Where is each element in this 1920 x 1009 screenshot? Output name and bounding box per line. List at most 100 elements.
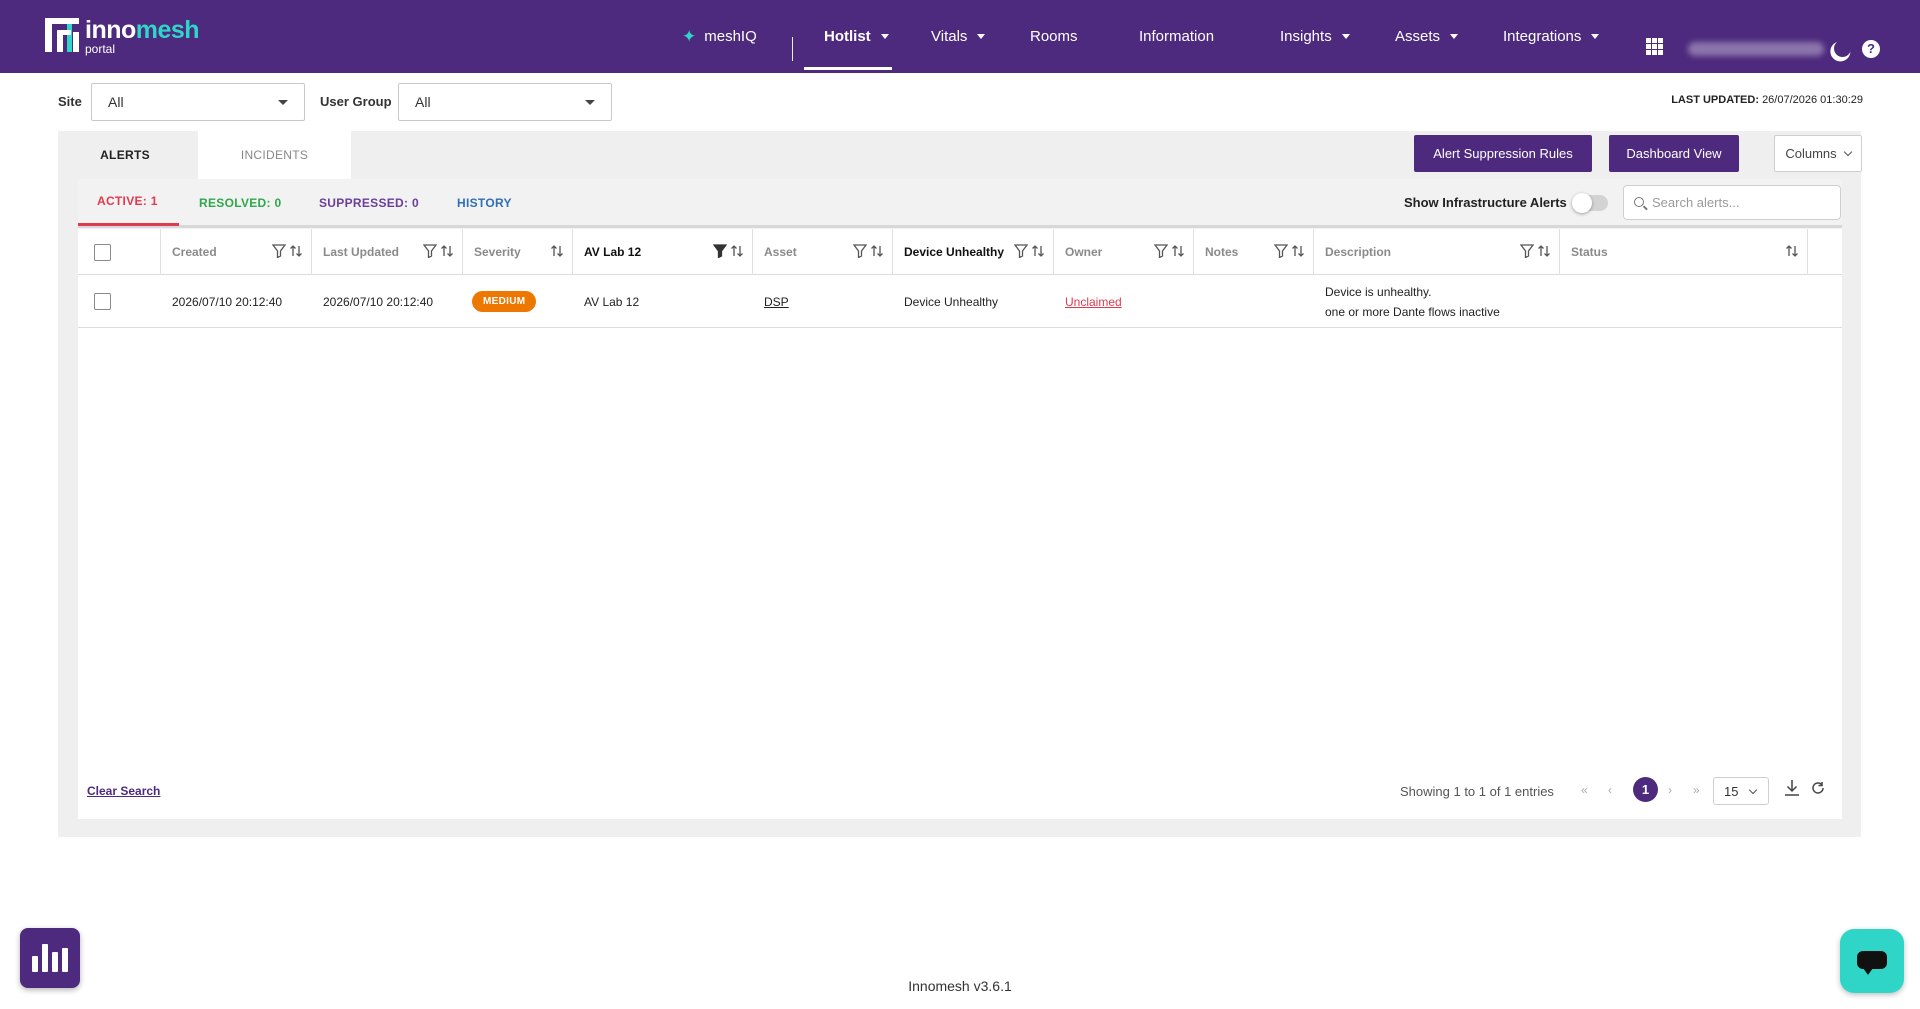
row-checkbox[interactable]	[94, 293, 111, 310]
dark-mode-moon-icon[interactable]	[1832, 38, 1854, 60]
last-updated-value: 26/07/2026 01:30:29	[1762, 94, 1863, 106]
header-created-label: Created	[172, 245, 217, 259]
table-row[interactable]: 2026/07/10 20:12:40 2026/07/10 20:12:40 …	[78, 275, 1842, 328]
nav-hotlist[interactable]: Hotlist	[804, 0, 892, 73]
header-notes[interactable]: Notes	[1194, 229, 1314, 275]
subtab-suppressed[interactable]: SUPPRESSED: 0	[319, 179, 419, 226]
tab-incidents[interactable]: INCIDENTS	[198, 131, 351, 179]
header-owner[interactable]: Owner	[1054, 229, 1194, 275]
first-page-icon[interactable]: «	[1581, 783, 1588, 797]
nav-hotlist-label: Hotlist	[824, 28, 871, 45]
site-select[interactable]: All	[91, 83, 305, 121]
sort-icon[interactable]	[289, 244, 303, 258]
filter-active-icon[interactable]	[713, 244, 727, 258]
header-created[interactable]: Created	[161, 229, 312, 275]
filter-icon[interactable]	[1014, 244, 1028, 258]
sort-icon[interactable]	[1031, 244, 1045, 258]
search-alerts[interactable]	[1623, 185, 1841, 220]
logo-mark-icon	[45, 18, 79, 52]
user-group-label: User Group	[320, 94, 392, 109]
current-page[interactable]: 1	[1633, 777, 1658, 802]
filter-icon[interactable]	[853, 244, 867, 258]
analytics-chart-icon[interactable]	[20, 928, 80, 988]
nav-integrations[interactable]: Integrations	[1503, 0, 1600, 73]
next-page-icon[interactable]: ›	[1668, 783, 1672, 797]
nav-insights-label: Insights	[1280, 28, 1332, 45]
nav-insights[interactable]: Insights	[1280, 0, 1350, 73]
filter-icon[interactable]	[1274, 244, 1288, 258]
nav-assets[interactable]: Assets	[1395, 0, 1459, 73]
sort-icon[interactable]	[1291, 244, 1305, 258]
refresh-icon[interactable]	[1811, 781, 1825, 800]
filter-icon[interactable]	[1520, 244, 1534, 258]
cell-severity: MEDIUM	[463, 275, 573, 328]
header-alert-type[interactable]: Device Unhealthy	[893, 229, 1054, 275]
subtab-resolved[interactable]: RESOLVED: 0	[199, 179, 281, 226]
apps-grid-icon[interactable]	[1646, 38, 1663, 55]
last-page-icon[interactable]: »	[1693, 783, 1700, 797]
nav-vitals[interactable]: Vitals	[931, 0, 986, 73]
sort-icon[interactable]	[870, 244, 884, 258]
chevron-down-icon	[1748, 785, 1758, 795]
last-updated-label: LAST UPDATED:	[1671, 94, 1759, 106]
caret-down-icon	[1591, 34, 1600, 39]
select-all-checkbox[interactable]	[94, 243, 111, 261]
app-version: Innomesh v3.6.1	[908, 978, 1012, 994]
nav-information[interactable]: Information	[1139, 0, 1214, 73]
nav-meshiq-label: meshIQ	[704, 28, 757, 45]
columns-button[interactable]: Columns	[1774, 135, 1862, 172]
row-select	[78, 275, 161, 328]
sort-icon[interactable]	[1537, 244, 1551, 258]
owner-link[interactable]: Unclaimed	[1065, 295, 1122, 309]
sort-icon[interactable]	[550, 244, 564, 258]
cell-owner: Unclaimed	[1054, 275, 1194, 328]
header-owner-label: Owner	[1065, 245, 1103, 259]
header-room[interactable]: AV Lab 12	[573, 229, 753, 275]
header-asset[interactable]: Asset	[753, 229, 893, 275]
header-select-all	[78, 229, 161, 275]
cell-created: 2026/07/10 20:12:40	[172, 294, 283, 309]
dashboard-view-button[interactable]: Dashboard View	[1609, 135, 1739, 172]
sort-icon[interactable]	[1171, 244, 1185, 258]
chat-support-button[interactable]	[1840, 929, 1904, 993]
prev-page-icon[interactable]: ‹	[1608, 783, 1612, 797]
sort-icon[interactable]	[440, 244, 454, 258]
top-navbar: innomesh portal ✦ meshIQ Hotlist Vitals …	[0, 0, 1920, 73]
header-description[interactable]: Description	[1314, 229, 1560, 275]
sort-icon[interactable]	[1785, 244, 1799, 258]
filter-icon[interactable]	[423, 244, 437, 258]
page-size-select[interactable]: 15	[1713, 777, 1769, 805]
nav-vitals-label: Vitals	[931, 28, 968, 45]
infrastructure-alerts-label: Show Infrastructure Alerts	[1404, 195, 1567, 210]
alert-suppression-rules-button[interactable]: Alert Suppression Rules	[1414, 135, 1592, 172]
tab-alerts[interactable]: ALERTS	[58, 131, 192, 179]
header-room-label: AV Lab 12	[584, 245, 642, 259]
infrastructure-alerts-toggle[interactable]	[1572, 193, 1608, 213]
description-line-1: Device is unhealthy.	[1325, 284, 1432, 299]
caret-down-icon	[880, 34, 889, 39]
nav-meshiq[interactable]: ✦ meshIQ	[682, 0, 757, 73]
download-icon[interactable]	[1784, 779, 1800, 802]
caret-down-icon	[977, 34, 986, 39]
dropdown-arrow-icon	[585, 100, 595, 105]
search-input[interactable]	[1652, 195, 1832, 210]
subtab-active[interactable]: ACTIVE: 1	[78, 179, 179, 226]
nav-rooms-label: Rooms	[1030, 28, 1078, 45]
filter-icon[interactable]	[1154, 244, 1168, 258]
cell-status	[1560, 275, 1808, 328]
nav-rooms[interactable]: Rooms	[1030, 0, 1078, 73]
innomesh-logo[interactable]: innomesh portal	[45, 18, 200, 55]
clear-search-link[interactable]: Clear Search	[87, 784, 160, 798]
header-status[interactable]: Status	[1560, 229, 1808, 275]
header-description-label: Description	[1325, 245, 1392, 259]
header-last-updated[interactable]: Last Updated	[312, 229, 463, 275]
sort-icon[interactable]	[730, 244, 744, 258]
subtab-history[interactable]: HISTORY	[457, 179, 512, 226]
user-menu[interactable]	[1688, 42, 1824, 56]
nav-information-label: Information	[1139, 28, 1215, 45]
user-group-select[interactable]: All	[398, 83, 612, 121]
help-icon[interactable]: ?	[1862, 40, 1880, 58]
filter-icon[interactable]	[272, 244, 286, 258]
asset-link[interactable]: DSP	[764, 295, 789, 309]
header-severity[interactable]: Severity	[463, 229, 573, 275]
